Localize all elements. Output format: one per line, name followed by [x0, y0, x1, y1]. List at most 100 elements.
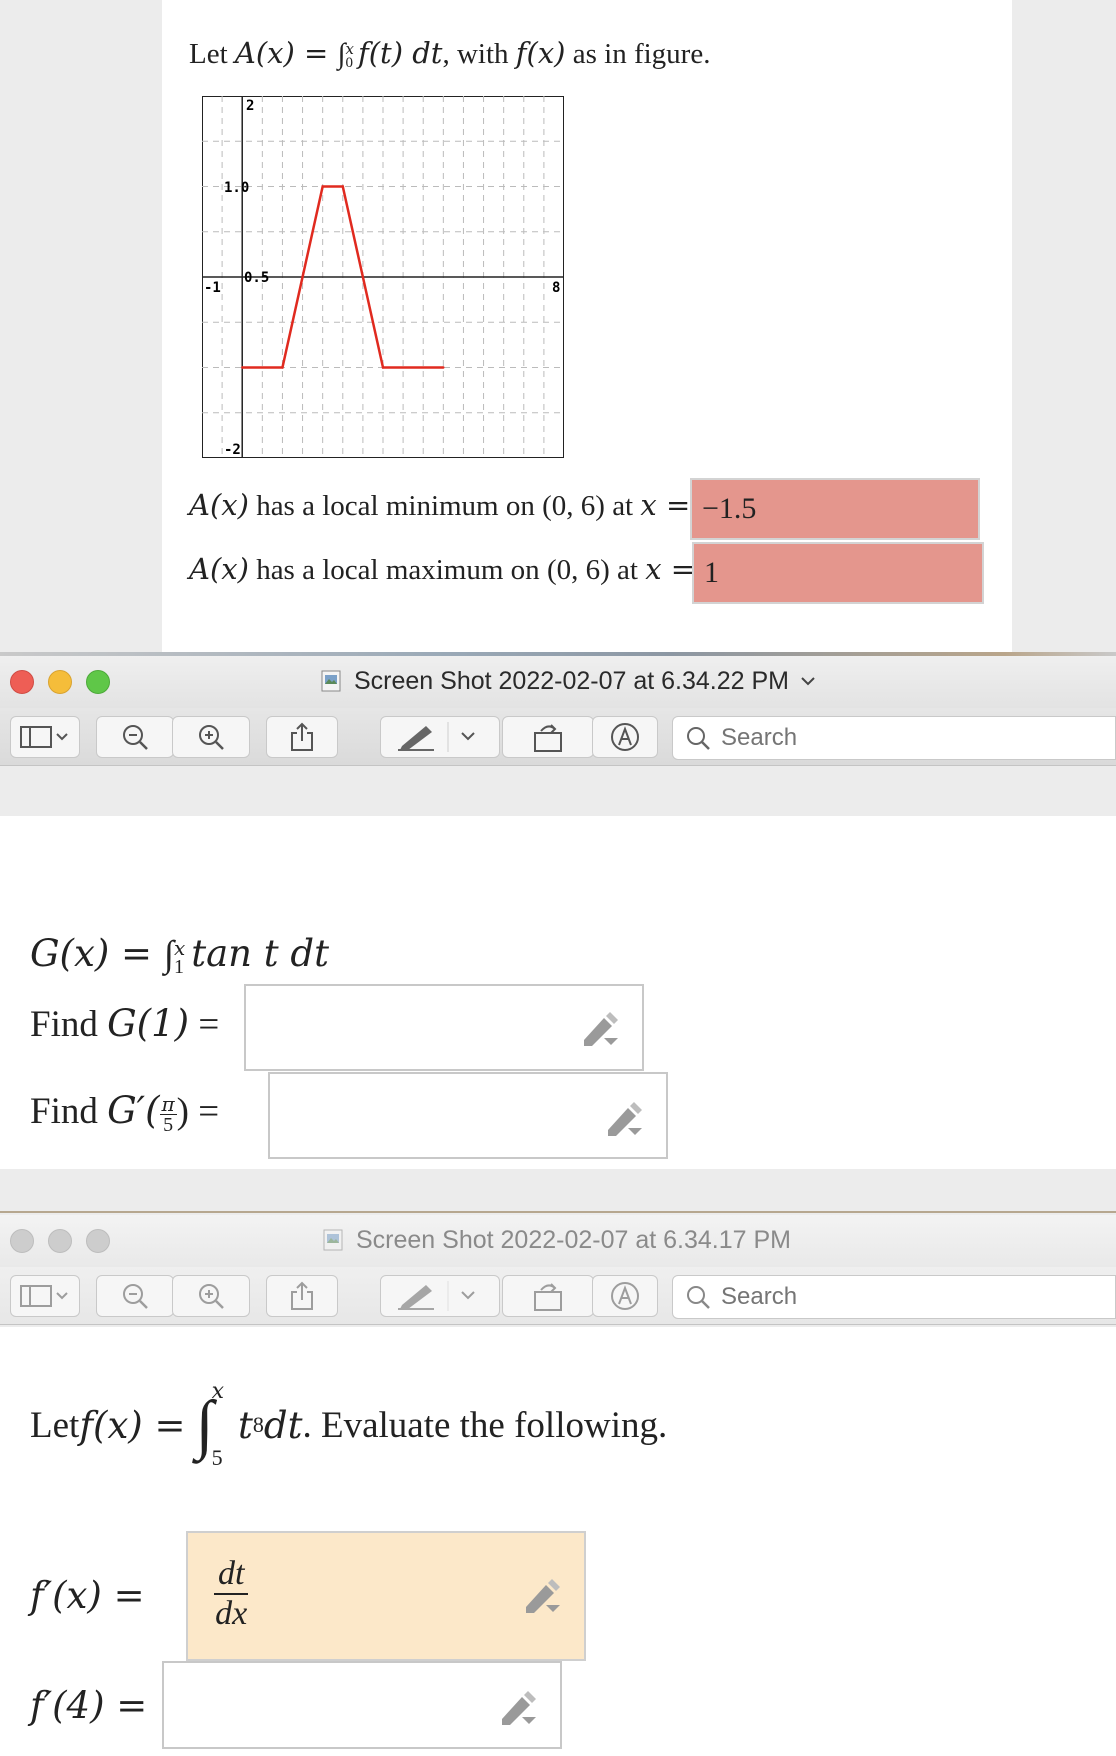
prompt-tail: as in figure.	[565, 38, 711, 70]
window-titlebar[interactable]: Screen Shot 2022-02-07 at 6.34.17 PM	[0, 1215, 1116, 1267]
series-f-point-1	[281, 366, 284, 369]
series-f-point-4	[381, 366, 385, 369]
interval-label: (0, 6)	[542, 490, 605, 522]
series-f-point-3	[341, 185, 344, 188]
tick-label-y-0-5: 0.5	[244, 270, 269, 286]
g-definition: G(x) = ∫ x 1 tan t dt	[30, 932, 329, 977]
markup-button[interactable]	[380, 716, 500, 758]
minimize-window-button[interactable]	[48, 1229, 72, 1253]
annotate-button[interactable]	[592, 716, 658, 758]
prompt-fx: f(x) =	[79, 1403, 186, 1447]
search-icon	[687, 727, 710, 750]
sidebar-icon	[20, 1285, 68, 1307]
annotate-icon	[611, 1282, 639, 1310]
g-prime-answer-box[interactable]	[268, 1072, 668, 1159]
zoom-out-icon	[123, 725, 148, 750]
annotate-icon	[611, 723, 639, 751]
question-f-prime-x: f′(x) =	[30, 1574, 145, 1618]
integral-limits: x0	[345, 42, 354, 72]
share-icon	[291, 722, 313, 751]
zoom-window-button[interactable]	[86, 670, 110, 694]
sidebar-view-button[interactable]	[10, 1275, 80, 1317]
zoom-out-button[interactable]	[96, 716, 174, 758]
equals-sign: =	[189, 1004, 220, 1045]
function-graph: 2 1.0 0.5 -2 -1 8	[202, 96, 564, 458]
frac-numerator: dt	[214, 1555, 249, 1595]
rotate-icon	[534, 1283, 562, 1311]
prompt-fx: f(x)	[515, 36, 566, 70]
window-titlebar[interactable]: Screen Shot 2022-02-07 at 6.34.22 PM	[0, 656, 1116, 708]
frac-denominator: 5	[163, 1114, 174, 1137]
close-window-button[interactable]	[10, 1229, 34, 1253]
integral-expression: ∫ x 5 t 8 dt	[196, 1379, 303, 1471]
sidebar-icon	[20, 726, 68, 748]
integral-sign: ∫	[337, 38, 346, 70]
integrand-exponent: 8	[252, 1412, 264, 1437]
preview-window-1: Screen Shot 2022-02-07 at 6.34.22 PM	[0, 656, 1116, 766]
question-g-prime: Find G′(π 5) =	[30, 1089, 219, 1135]
local-max-answer-field[interactable]: 1	[692, 542, 984, 604]
share-button[interactable]	[266, 1275, 338, 1317]
edit-pencil-icon[interactable]	[522, 1579, 562, 1615]
search-input[interactable]	[719, 1282, 1099, 1312]
local-max-label: A(x) has a local maximum on (0, 6) at x …	[189, 552, 695, 587]
sidebar-view-button[interactable]	[10, 716, 80, 758]
rotate-button[interactable]	[502, 1275, 594, 1317]
rotate-icon	[534, 724, 562, 752]
series-f-point-2	[321, 185, 324, 188]
lower-limit: 0	[345, 55, 354, 72]
chevron-down-icon[interactable]	[799, 674, 817, 688]
window-title[interactable]: Screen Shot 2022-02-07 at 6.34.22 PM	[320, 666, 817, 696]
f-prime-4-expr: f′(4) =	[30, 1684, 148, 1727]
lower-limit: 5	[211, 1445, 223, 1470]
markup-button[interactable]	[380, 1275, 500, 1317]
edit-pencil-icon[interactable]	[580, 1012, 620, 1048]
integral-limits: x 5	[212, 1379, 224, 1471]
series-f-point-5	[442, 366, 445, 369]
window-title-text: Screen Shot 2022-02-07 at 6.34.17 PM	[356, 1225, 792, 1254]
tick-label-y-neg2: -2	[224, 442, 241, 458]
edit-pencil-icon[interactable]	[498, 1691, 538, 1727]
g-of-1-expr: G(1)	[107, 1002, 190, 1045]
tick-label-y-2: 2	[246, 98, 254, 114]
prompt-lead: Let	[189, 38, 235, 70]
close-paren: )	[176, 1091, 189, 1132]
local-min-answer-field[interactable]: −1.5	[690, 478, 980, 540]
rotate-button[interactable]	[502, 716, 594, 758]
upper-limit: x	[211, 1379, 225, 1404]
window-toolbar	[0, 708, 1116, 766]
zoom-in-button[interactable]	[172, 1275, 250, 1317]
equals-sign: =	[189, 1091, 220, 1132]
prompt-mid: , with	[442, 38, 516, 70]
prompt-function: A(x) =	[234, 36, 338, 70]
question-prompt: Let A(x) = ∫ x 0 f(t) dt, with f(x) as in f…	[189, 36, 710, 71]
f-prime-x-expr: f′(x) =	[30, 1574, 145, 1617]
integral-limits: x1	[174, 938, 185, 977]
close-window-button[interactable]	[10, 670, 34, 694]
annotate-button[interactable]	[592, 1275, 658, 1317]
search-input[interactable]	[719, 723, 1099, 753]
minimize-window-button[interactable]	[48, 670, 72, 694]
f-prime-x-answer-box[interactable]: dt dx	[186, 1531, 586, 1661]
zoom-in-icon	[199, 725, 224, 750]
search-field[interactable]	[672, 1275, 1116, 1319]
zoom-window-button[interactable]	[86, 1229, 110, 1253]
share-button[interactable]	[266, 716, 338, 758]
frac-denominator: dx	[215, 1595, 248, 1632]
zoom-in-button[interactable]	[172, 716, 250, 758]
find-label: Find	[30, 1004, 108, 1045]
window-title[interactable]: Screen Shot 2022-02-07 at 6.34.17 PM	[322, 1225, 791, 1255]
pi-over-5-fraction: π5	[159, 1094, 177, 1137]
local-min-answer-value: −1.5	[702, 492, 757, 525]
series-f-point-0	[241, 366, 244, 369]
edit-pencil-icon[interactable]	[604, 1102, 644, 1138]
integrand: tan t dt	[191, 932, 329, 975]
markup-pen-icon	[398, 722, 475, 752]
f-prime-4-answer-box[interactable]	[162, 1661, 562, 1749]
zoom-out-button[interactable]	[96, 1275, 174, 1317]
question-panel-integral-tan: G(x) = ∫ x 1 tan t dt Find G(1) = Find G′(π…	[0, 816, 1116, 1169]
search-field[interactable]	[672, 716, 1116, 760]
ax-label: A(x)	[189, 488, 249, 522]
g-of-1-answer-box[interactable]	[244, 984, 644, 1071]
integrand: f(t) dt	[358, 36, 443, 70]
